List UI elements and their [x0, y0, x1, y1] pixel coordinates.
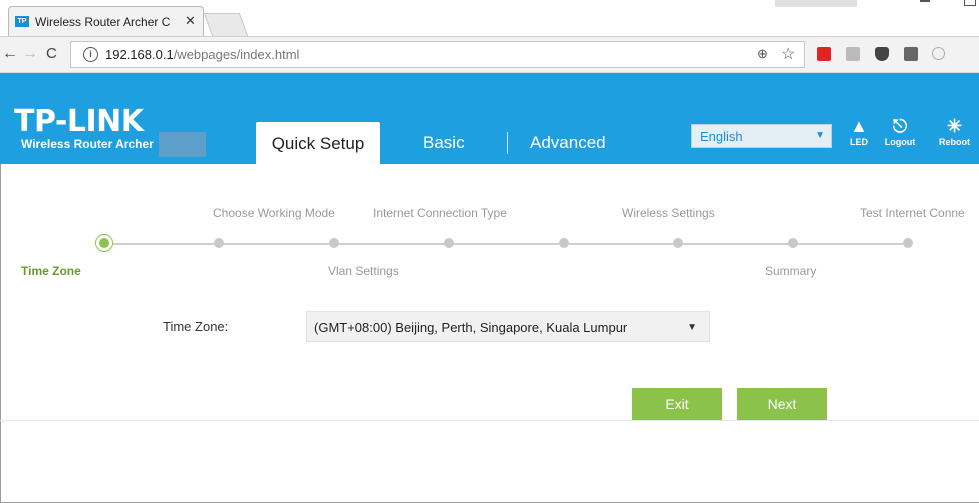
- tab-basic[interactable]: Basic: [423, 133, 465, 153]
- chevron-down-icon: ▼: [687, 322, 697, 333]
- step-choose-working-mode: Choose Working Mode: [213, 206, 335, 220]
- led-icon: ▲: [850, 116, 868, 136]
- chevron-down-icon: ▼: [815, 130, 825, 141]
- info-icon[interactable]: i: [83, 47, 98, 62]
- progress-dot: [444, 238, 454, 248]
- close-icon[interactable]: ✕: [185, 13, 196, 29]
- progress-dot: [903, 238, 913, 248]
- url-text: 192.168.0.1/webpages/index.html: [105, 47, 299, 62]
- step-time-zone: Time Zone: [21, 264, 81, 278]
- extension-dark-icon[interactable]: [904, 47, 918, 61]
- step-vlan-settings: Vlan Settings: [328, 264, 399, 278]
- browser-tab[interactable]: TP Wireless Router Archer C ✕: [8, 6, 204, 36]
- language-value: English: [700, 129, 743, 144]
- led-button[interactable]: ▲ LED: [845, 115, 873, 147]
- step-test-internet-connection: Test Internet Conne: [860, 206, 965, 220]
- reload-icon[interactable]: C: [46, 45, 57, 62]
- progress-dot: [559, 238, 569, 248]
- logout-label: Logout: [884, 137, 916, 147]
- progress-dot: [329, 238, 339, 248]
- tab-strip: TP Wireless Router Archer C ✕: [0, 0, 979, 36]
- reboot-label: Reboot: [939, 137, 970, 147]
- pocket-icon[interactable]: [875, 47, 889, 61]
- logout-icon: ⎋: [892, 116, 908, 136]
- led-label: LED: [850, 137, 868, 147]
- url-host: 192.168.0.1: [105, 47, 174, 62]
- maximize-icon[interactable]: [964, 0, 976, 6]
- tab-quick-setup[interactable]: Quick Setup: [256, 122, 380, 164]
- extension-red-icon[interactable]: [817, 47, 831, 61]
- tp-link-logo: TP-LINK: [14, 104, 144, 139]
- back-icon[interactable]: ←: [2, 45, 18, 63]
- router-header: TP-LINK Wireless Router Archer Quick Set…: [0, 73, 979, 164]
- new-tab-button[interactable]: [203, 13, 249, 36]
- progress-dot: [788, 238, 798, 248]
- exit-button[interactable]: Exit: [632, 388, 722, 420]
- time-zone-value: (GMT+08:00) Beijing, Perth, Singapore, K…: [314, 320, 628, 335]
- url-path: /webpages/index.html: [173, 47, 300, 62]
- language-select[interactable]: English ▼: [691, 124, 832, 148]
- time-zone-label: Time Zone:: [163, 319, 229, 334]
- tp-link-favicon-icon: TP: [15, 16, 29, 27]
- browser-toolbar: ← → C i 192.168.0.1/webpages/index.html …: [0, 36, 979, 73]
- window-title-area: [775, 0, 857, 7]
- progress-dot: [673, 238, 683, 248]
- time-zone-select[interactable]: (GMT+08:00) Beijing, Perth, Singapore, K…: [306, 311, 710, 342]
- bookmark-star-icon[interactable]: ☆: [781, 44, 795, 64]
- redacted-model-number: [159, 132, 206, 157]
- tab-divider: [507, 132, 508, 154]
- forward-icon[interactable]: →: [22, 45, 38, 63]
- model-name: Wireless Router Archer: [21, 137, 154, 151]
- extension-globe-icon[interactable]: [932, 47, 945, 60]
- reboot-icon: ✳: [946, 116, 963, 136]
- minimize-icon[interactable]: [920, 0, 930, 2]
- progress-dot: [214, 238, 224, 248]
- next-button[interactable]: Next: [737, 388, 827, 420]
- reboot-button[interactable]: ✳ Reboot: [930, 115, 979, 147]
- tab-advanced[interactable]: Advanced: [530, 133, 606, 153]
- tab-title: Wireless Router Archer C: [35, 15, 171, 29]
- logout-button[interactable]: ⎋ Logout: [880, 115, 920, 147]
- progress-dot-current: [95, 234, 113, 252]
- step-internet-connection-type: Internet Connection Type: [373, 206, 507, 220]
- extension-gray-icon[interactable]: [846, 47, 860, 61]
- zoom-icon[interactable]: ⊕: [757, 46, 768, 62]
- step-summary: Summary: [765, 264, 817, 278]
- content-divider: [0, 420, 979, 421]
- step-wireless-settings: Wireless Settings: [622, 206, 715, 220]
- address-bar[interactable]: i 192.168.0.1/webpages/index.html ⊕ ☆: [70, 41, 805, 68]
